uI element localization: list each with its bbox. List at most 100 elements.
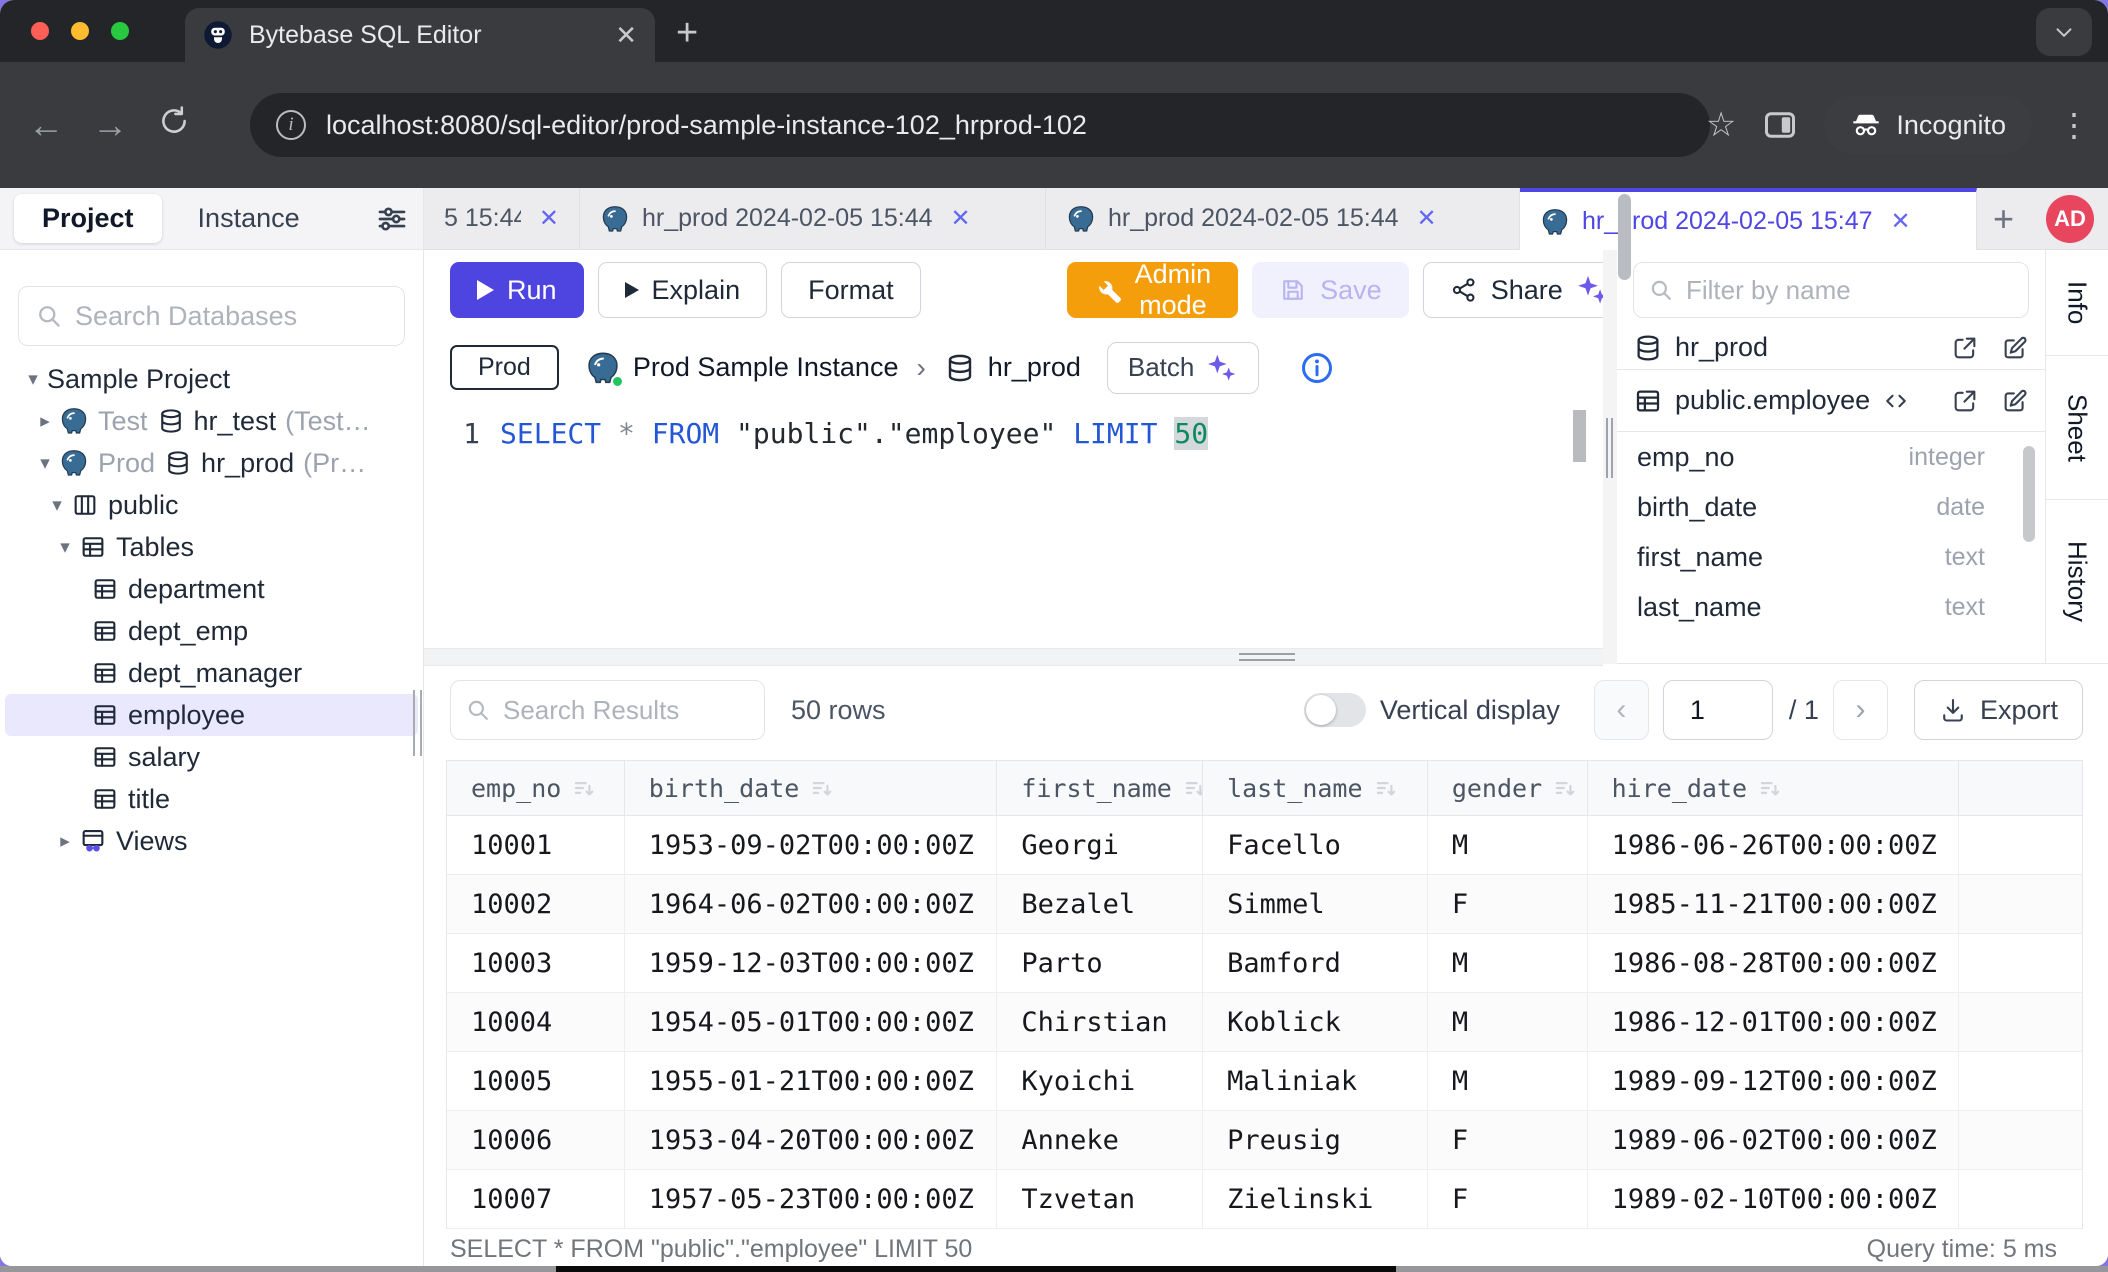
close-window-button[interactable]	[31, 22, 49, 40]
column-header[interactable]: emp_no	[447, 761, 625, 816]
worksheet-tab[interactable]: hr_prod 2024-02-05 15:47✕	[1520, 188, 1977, 251]
tree-item[interactable]: salary	[5, 736, 418, 778]
column-header[interactable]: first_name	[997, 761, 1203, 816]
browser-tab[interactable]: Bytebase SQL Editor ✕	[185, 8, 655, 62]
table-row[interactable]: 100031959-12-03T00:00:00ZPartoBamfordM19…	[447, 934, 2082, 993]
tree-item[interactable]: ▾Sample Project	[5, 358, 418, 400]
close-tab-icon[interactable]: ✕	[951, 204, 971, 233]
caret-right-icon[interactable]: ▸	[51, 830, 79, 853]
side-tab-info[interactable]: Info	[2046, 250, 2108, 356]
schema-column-row[interactable]: emp_nointeger	[1617, 432, 2045, 482]
info-circle-icon[interactable]	[1299, 350, 1335, 386]
environment-chip[interactable]: Prod	[450, 345, 559, 390]
database-name[interactable]: hr_prod	[988, 352, 1081, 383]
schema-column-row[interactable]: first_nametext	[1617, 532, 2045, 582]
edit-icon[interactable]	[2001, 387, 2029, 415]
schema-database-row[interactable]: hr_prod	[1617, 326, 2045, 370]
column-header[interactable]: birth_date	[625, 761, 998, 816]
table-row[interactable]: 100021964-06-02T00:00:00ZBezalelSimmelF1…	[447, 875, 2082, 934]
table-row[interactable]: 100041954-05-01T00:00:00ZChirstianKoblic…	[447, 993, 2082, 1052]
page-input[interactable]	[1663, 680, 1773, 740]
tab-search-button[interactable]	[2036, 8, 2092, 56]
column-header[interactable]: last_name	[1203, 761, 1428, 816]
close-tab-icon[interactable]: ✕	[1891, 207, 1911, 236]
tree-item[interactable]: dept_emp	[5, 610, 418, 652]
column-list-scrollbar[interactable]	[2023, 446, 2035, 542]
table-row[interactable]: 100011953-09-02T00:00:00ZGeorgiFacelloM1…	[447, 816, 2082, 875]
panel-divider[interactable]	[1603, 250, 1617, 664]
bookmark-star-icon[interactable]: ☆	[1706, 105, 1736, 145]
caret-right-icon[interactable]: ▸	[31, 410, 59, 433]
sidebar-resize-handle[interactable]	[413, 690, 422, 756]
table-row[interactable]: 100051955-01-21T00:00:00ZKyoichiMaliniak…	[447, 1052, 2082, 1111]
url-bar[interactable]: i localhost:8080/sql-editor/prod-sample-…	[250, 93, 1710, 157]
new-tab-button[interactable]: +	[676, 10, 698, 56]
caret-down-icon[interactable]: ▾	[19, 368, 47, 391]
database-search-input[interactable]	[75, 301, 388, 332]
tree-item[interactable]: ▾public	[5, 484, 418, 526]
admin-mode-button[interactable]: Admin mode	[1067, 262, 1239, 318]
format-button[interactable]: Format	[781, 262, 921, 318]
next-page-button[interactable]: ›	[1833, 680, 1888, 740]
results-search-input[interactable]	[503, 695, 750, 726]
schema-column-row[interactable]: birth_datedate	[1617, 482, 2045, 532]
filter-settings-icon[interactable]	[375, 202, 409, 236]
external-link-icon[interactable]	[1951, 334, 1979, 362]
tree-item[interactable]: ▸Testhr_test(Test…	[5, 400, 418, 442]
table-row[interactable]: 100071957-05-23T00:00:00ZTzvetanZielinsk…	[447, 1170, 2082, 1229]
zoom-window-button[interactable]	[111, 22, 129, 40]
side-tab-sheet[interactable]: Sheet	[2046, 356, 2108, 500]
export-button[interactable]: Export	[1914, 680, 2083, 740]
tree-item[interactable]: ▸Views	[5, 820, 418, 862]
close-tab-icon[interactable]: ✕	[539, 204, 559, 233]
schema-column-row[interactable]: last_nametext	[1617, 582, 2045, 632]
schema-filter[interactable]	[1633, 262, 2029, 318]
side-tab-history[interactable]: History	[2046, 500, 2108, 664]
tree-item[interactable]: employee	[5, 694, 418, 736]
tab-instance[interactable]: Instance	[170, 194, 328, 243]
worksheet-tab[interactable]: hr_prod 2024-02-05 15:44✕	[1046, 188, 1520, 249]
prev-page-button[interactable]: ‹	[1594, 680, 1649, 740]
close-tab-icon[interactable]: ✕	[615, 20, 637, 51]
table-row[interactable]: 100061953-04-20T00:00:00ZAnnekePreusigF1…	[447, 1111, 2082, 1170]
edit-icon[interactable]	[2001, 334, 2029, 362]
tree-item[interactable]: department	[5, 568, 418, 610]
results-scrollbar[interactable]	[1618, 194, 1631, 280]
sql-editor[interactable]: 1 SELECT * FROM "public"."employee" LIMI…	[424, 405, 1603, 648]
vertical-display-toggle[interactable]	[1304, 693, 1366, 727]
close-tab-icon[interactable]: ✕	[1417, 204, 1437, 233]
tab-project[interactable]: Project	[14, 194, 162, 243]
code-icon[interactable]	[1882, 387, 1910, 415]
side-panel-icon[interactable]	[1762, 107, 1798, 143]
tree-item[interactable]: title	[5, 778, 418, 820]
site-info-icon[interactable]: i	[276, 110, 306, 140]
forward-button[interactable]: →	[78, 104, 142, 146]
column-header[interactable]: hire_date	[1588, 761, 1960, 816]
caret-down-icon[interactable]: ▾	[31, 452, 59, 475]
minimize-window-button[interactable]	[71, 22, 89, 40]
back-button[interactable]: ←	[14, 104, 78, 146]
worksheet-tab[interactable]: 5 15:44✕	[424, 188, 580, 249]
run-button[interactable]: Run	[450, 262, 584, 318]
column-header[interactable]: gender	[1428, 761, 1588, 816]
batch-button[interactable]: Batch	[1107, 342, 1260, 394]
editor-scrollbar[interactable]	[1573, 410, 1586, 462]
new-worksheet-button[interactable]: +	[1977, 188, 2030, 249]
tree-item[interactable]: ▾Prodhr_prod(Pr…	[5, 442, 418, 484]
results-search[interactable]	[450, 680, 765, 740]
results-resize-handle[interactable]	[424, 648, 1603, 666]
worksheet-tab[interactable]: hr_prod 2024-02-05 15:44✕	[580, 188, 1046, 249]
save-button[interactable]: Save	[1252, 262, 1409, 318]
caret-down-icon[interactable]: ▾	[43, 494, 71, 517]
schema-table-row[interactable]: public.employee	[1617, 370, 2045, 432]
tree-item[interactable]: dept_manager	[5, 652, 418, 694]
reload-button[interactable]	[142, 104, 206, 147]
schema-filter-input[interactable]	[1686, 275, 2014, 306]
browser-menu-icon[interactable]: ⋮	[2058, 106, 2090, 144]
tree-item[interactable]: ▾Tables	[5, 526, 418, 568]
caret-down-icon[interactable]: ▾	[51, 536, 79, 559]
external-link-icon[interactable]	[1951, 387, 1979, 415]
instance-name[interactable]: Prod Sample Instance	[633, 352, 899, 383]
explain-button[interactable]: Explain	[598, 262, 768, 318]
avatar[interactable]: AD	[2046, 195, 2094, 243]
